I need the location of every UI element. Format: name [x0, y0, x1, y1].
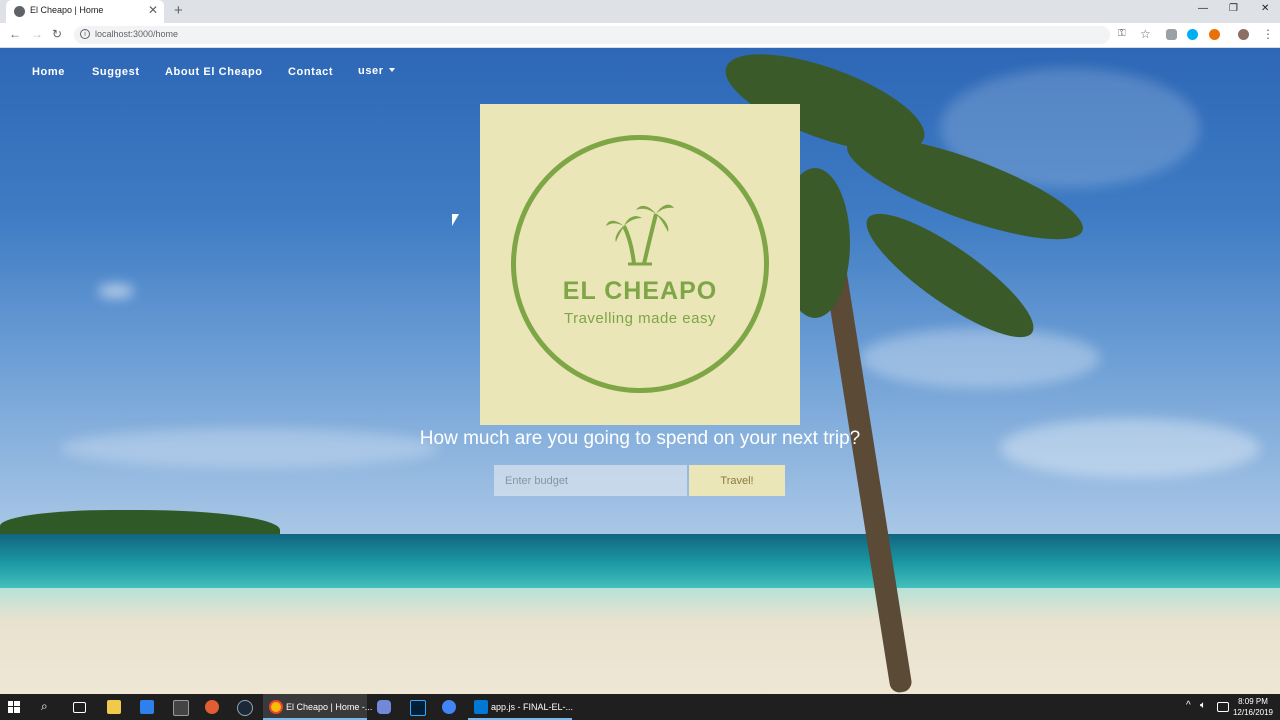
tab-title: El Cheapo | Home: [30, 5, 104, 15]
logo-tagline: Travelling made easy: [563, 310, 716, 327]
extension-icon[interactable]: [1166, 29, 1177, 40]
vscode-task-label: app.js - FINAL-EL-...: [491, 702, 574, 712]
vscode-icon: [474, 700, 488, 714]
back-arrow-icon[interactable]: ←: [9, 27, 21, 41]
clock-date[interactable]: 12/16/2019: [1230, 708, 1276, 717]
globe-icon: [14, 6, 25, 17]
vscode-taskbar-button[interactable]: app.js - FINAL-EL-...: [468, 694, 574, 720]
browser-tab[interactable]: El Cheapo | Home ✕: [6, 0, 164, 23]
epic-games-icon[interactable]: [173, 700, 189, 716]
restore-button[interactable]: ❐: [1229, 3, 1238, 14]
nav-home-link[interactable]: Home: [32, 66, 65, 78]
background-beach: [0, 588, 1280, 694]
tray-chevron-up-icon[interactable]: ^: [1186, 700, 1191, 711]
url-text: localhost:3000/home: [95, 29, 179, 39]
lightroom-icon[interactable]: [410, 700, 426, 716]
minimize-button[interactable]: —: [1198, 3, 1208, 14]
clock-time[interactable]: 8:09 PM: [1230, 697, 1276, 706]
chrome-icon: [269, 700, 283, 714]
user-dropdown[interactable]: user: [358, 65, 395, 77]
skype-icon[interactable]: [1187, 29, 1198, 40]
info-icon[interactable]: i: [80, 29, 90, 39]
close-window-button[interactable]: ✕: [1261, 3, 1269, 14]
forward-arrow-icon[interactable]: →: [31, 27, 43, 41]
discord-icon[interactable]: [377, 700, 391, 714]
cloud: [98, 284, 134, 298]
new-tab-button[interactable]: +: [174, 2, 183, 19]
nav-about-link[interactable]: About El Cheapo: [165, 66, 263, 78]
chrome-task-label: El Cheapo | Home -...: [286, 702, 373, 712]
slack-icon[interactable]: [442, 700, 456, 714]
travel-button[interactable]: Travel!: [689, 465, 785, 496]
browser-toolbar: ← → ↻ i localhost:3000/home ⚿ ☆ ⋮: [0, 23, 1280, 48]
app-icon[interactable]: [140, 700, 154, 714]
browser-tab-strip: El Cheapo | Home ✕ + — ❐ ✕: [0, 0, 1280, 23]
task-view-icon[interactable]: [73, 702, 86, 713]
budget-question: How much are you going to spend on your …: [419, 428, 861, 449]
windows-taskbar: ⌕ El Cheapo | Home -... app.js - FINAL-E…: [0, 694, 1280, 720]
close-tab-icon[interactable]: ✕: [148, 3, 158, 17]
palm-trees-icon: [606, 204, 674, 266]
mouse-cursor-icon: [452, 214, 459, 226]
profile-avatar[interactable]: [1238, 29, 1249, 40]
menu-kebab-icon[interactable]: ⋮: [1262, 27, 1274, 41]
steam-icon[interactable]: [237, 700, 253, 716]
bookmark-star-icon[interactable]: ☆: [1140, 27, 1151, 41]
network-icon[interactable]: [1217, 702, 1229, 712]
start-button[interactable]: [8, 694, 24, 720]
file-explorer-icon[interactable]: [107, 700, 121, 714]
budget-input[interactable]: [494, 465, 687, 496]
cloud: [860, 328, 1100, 388]
background-sea: [0, 534, 1280, 594]
volume-icon[interactable]: 🔈︎: [1200, 700, 1206, 711]
nav-suggest-link[interactable]: Suggest: [92, 66, 140, 78]
page-viewport: Home Suggest About El Cheapo Contact use…: [0, 48, 1280, 694]
origin-icon[interactable]: [205, 700, 219, 714]
caret-down-icon: [388, 68, 395, 72]
search-icon[interactable]: ⌕: [41, 699, 48, 714]
windows-logo-icon: [8, 701, 20, 713]
logo-title: EL CHEAPO: [562, 277, 718, 305]
key-icon[interactable]: ⚿: [1118, 28, 1126, 39]
address-bar[interactable]: i localhost:3000/home: [74, 26, 1110, 44]
chrome-taskbar-button[interactable]: El Cheapo | Home -...: [263, 694, 372, 720]
user-dropdown-label: user: [358, 65, 384, 77]
logo-card: EL CHEAPO Travelling made easy: [480, 104, 800, 425]
extension-flame-icon[interactable]: [1209, 29, 1220, 40]
reload-icon[interactable]: ↻: [52, 27, 62, 41]
nav-contact-link[interactable]: Contact: [288, 66, 333, 78]
